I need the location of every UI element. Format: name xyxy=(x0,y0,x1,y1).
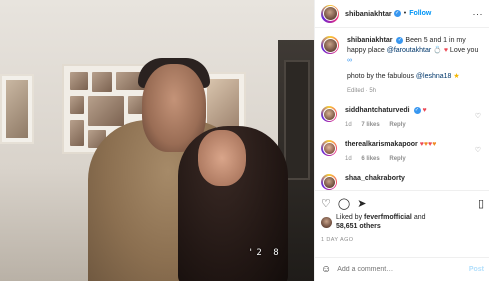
ring-icon: 💍 xyxy=(433,47,442,54)
emoji-icon[interactable]: ☺ xyxy=(321,264,331,275)
star-icon: ★ xyxy=(453,73,460,80)
post-timestamp: 1 DAY AGO xyxy=(321,237,354,243)
caption-love-text: Love you xyxy=(449,47,479,54)
comment-age: 1d xyxy=(345,122,352,128)
woman-face xyxy=(198,130,246,186)
caption-edited: Edited · 5h xyxy=(347,88,377,94)
reply-button[interactable]: Reply xyxy=(389,156,405,162)
post-header: shibaniakhtar ✓ • Follow ··· xyxy=(315,0,489,28)
like-comment-icon[interactable]: ♡ xyxy=(475,146,481,154)
comment-username[interactable]: siddhantchaturvedi xyxy=(345,107,410,114)
infinity-icon: ∞ xyxy=(347,57,352,64)
like-heart-icon[interactable]: ♡ xyxy=(321,197,331,210)
heart-emoji-icon: ♥ xyxy=(432,141,437,148)
separator-dot: • xyxy=(403,10,407,17)
commenter-avatar[interactable] xyxy=(321,106,337,122)
post-button[interactable]: Post xyxy=(469,266,484,273)
caption-avatar[interactable] xyxy=(321,36,339,54)
liked-by-and: and xyxy=(413,214,426,221)
verified-icon: ✓ xyxy=(396,36,404,44)
add-comment-bar: ☺ Post xyxy=(315,257,489,281)
wall-frame-left xyxy=(0,74,34,144)
comment-item: siddhantchaturvedi ✓ ♥ 1d 7 likes Reply … xyxy=(321,106,483,130)
comment-likes[interactable]: 7 likes xyxy=(361,122,379,128)
post-photo[interactable]: '2 8 xyxy=(0,0,314,281)
comment-item: therealkarismakapoor ♥♥♥♥ 1d 6 likes Rep… xyxy=(321,140,483,164)
liked-by: Liked by feverfmofficial and 58,651 othe… xyxy=(321,213,484,231)
comment-icon[interactable]: ◯ xyxy=(338,197,350,210)
comment-age: 1d xyxy=(345,156,352,162)
caption-mention[interactable]: @faroutakhtar xyxy=(387,47,431,54)
heart-emoji-icon: ♥ xyxy=(443,47,448,54)
post-actions: ♡ ◯ ➤ ▯ Liked by feverfmofficial and 58,… xyxy=(315,190,489,243)
post-side-panel: shibaniakhtar ✓ • Follow ··· shibaniakht… xyxy=(314,0,489,281)
bookmark-icon[interactable]: ▯ xyxy=(478,197,484,210)
heart-emoji-icon: ♥ xyxy=(422,107,427,114)
avatar[interactable] xyxy=(321,4,339,23)
liker-avatar[interactable] xyxy=(321,216,332,228)
verified-icon: ✓ xyxy=(413,106,421,114)
caption-credit-mention[interactable]: @leshna18 xyxy=(416,73,452,80)
comment-username[interactable]: shaa_chakraborty xyxy=(345,175,405,182)
caption-username[interactable]: shibaniakhtar xyxy=(347,37,393,44)
verified-icon: ✓ xyxy=(393,10,401,17)
comment-input[interactable] xyxy=(337,266,469,273)
comment-username[interactable]: therealkarismakapoor xyxy=(345,141,418,148)
likes-count[interactable]: 58,651 others xyxy=(336,223,381,230)
author-username[interactable]: shibaniakhtar xyxy=(345,9,392,18)
photo-date-stamp: '2 8 xyxy=(248,248,282,258)
comment-item: shaa_chakraborty xyxy=(321,174,483,190)
liked-by-prefix: Liked by xyxy=(336,214,363,221)
liked-by-user[interactable]: feverfmofficial xyxy=(364,214,412,221)
share-icon[interactable]: ➤ xyxy=(357,197,366,210)
comments-list[interactable]: shibaniakhtar ✓ Been 5 and 1 in my happy… xyxy=(315,28,489,190)
caption: shibaniakhtar ✓ Been 5 and 1 in my happy… xyxy=(321,36,483,96)
caption-credit-text: photo by the fabulous xyxy=(347,73,414,80)
commenter-avatar[interactable] xyxy=(321,174,337,190)
commenter-avatar[interactable] xyxy=(321,140,337,156)
follow-button[interactable]: Follow xyxy=(409,10,431,17)
like-comment-icon[interactable]: ♡ xyxy=(475,112,481,120)
reply-button[interactable]: Reply xyxy=(389,122,405,128)
more-options-icon[interactable]: ··· xyxy=(473,9,484,19)
comment-likes[interactable]: 6 likes xyxy=(361,156,379,162)
